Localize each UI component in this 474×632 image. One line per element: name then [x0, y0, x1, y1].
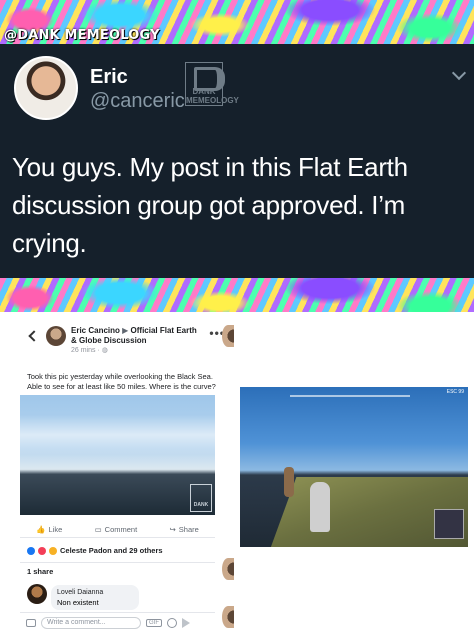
- reactions-text: Celeste Padon and 29 others: [60, 546, 163, 555]
- like-button[interactable]: 👍 Like: [36, 525, 62, 534]
- camera-icon[interactable]: [26, 618, 36, 627]
- post-author-avatar[interactable]: [46, 326, 66, 346]
- post-time-text: 26 mins ·: [71, 347, 102, 354]
- avatar[interactable]: [14, 56, 78, 120]
- banner-bottom: [0, 278, 474, 312]
- haha-reaction-icon: [49, 546, 57, 555]
- share-button[interactable]: ↪ Share: [170, 525, 199, 534]
- post-header[interactable]: Eric Cancino ▶ Official Flat Earth & Glo…: [71, 326, 201, 346]
- compass-bar: [290, 395, 410, 397]
- hud-text: ESC 99: [446, 389, 464, 395]
- reactions-row[interactable]: Celeste Padon and 29 others: [27, 546, 163, 555]
- comment-label: Comment: [104, 525, 138, 534]
- like-reaction-icon: [27, 546, 35, 555]
- dank-memeology-logo: DANK MEMEOLOGY: [185, 62, 239, 106]
- comment-button[interactable]: ▭ Comment: [95, 525, 138, 534]
- tweet-card: Eric @canceric DANK MEMEOLOGY You guys. …: [0, 44, 474, 278]
- thumbs-up-icon: 👍: [36, 525, 46, 534]
- watermark: @DANK MEMEOLOGY: [4, 28, 160, 43]
- post-author[interactable]: Eric Cancino: [71, 326, 120, 335]
- commenter-name[interactable]: Loveli Daianna: [57, 588, 133, 598]
- image-haze: [20, 415, 215, 455]
- post-time: 26 mins · ◍: [71, 346, 108, 354]
- other-player: [284, 467, 294, 497]
- comment-bubble: Loveli Daianna Non existent: [51, 585, 139, 610]
- share-icon: ↪: [169, 525, 176, 534]
- image-watermark-logo: DANK: [190, 484, 212, 512]
- adjacent-avatar: [222, 325, 234, 347]
- gif-button[interactable]: GIF: [146, 618, 162, 627]
- player-character: [310, 482, 330, 532]
- post-image[interactable]: DANK: [20, 395, 215, 515]
- post-actions: 👍 Like ▭ Comment ↪ Share: [20, 522, 215, 538]
- adjacent-avatar: [222, 558, 234, 580]
- share-label: Share: [178, 525, 199, 534]
- comment-composer: Write a comment... GIF: [20, 612, 215, 632]
- tweet-author-handle[interactable]: @canceric: [90, 90, 185, 113]
- chevron-down-icon[interactable]: [451, 65, 467, 81]
- banner-top: @DANK MEMEOLOGY: [0, 0, 474, 44]
- arrow-icon: ▶: [122, 326, 129, 335]
- comment-text: Non existent: [57, 597, 99, 607]
- minimap: [434, 509, 464, 539]
- tweet-text: You guys. My post in this Flat Earth dis…: [12, 152, 408, 258]
- game-screenshot: ESC 99: [240, 387, 468, 547]
- send-icon[interactable]: [182, 617, 190, 628]
- adjacent-avatar: [222, 606, 234, 628]
- post-text: Took this pic yesterday while overlookin…: [27, 372, 216, 391]
- facebook-post: Eric Cancino ▶ Official Flat Earth & Glo…: [20, 322, 235, 632]
- emoji-icon[interactable]: [167, 617, 177, 628]
- love-reaction-icon: [38, 546, 46, 555]
- like-label: Like: [48, 525, 63, 534]
- globe-icon: ◍: [101, 347, 108, 354]
- commenter-avatar[interactable]: [27, 584, 47, 604]
- comment-icon: ▭: [94, 525, 102, 534]
- tweet-author-name[interactable]: Eric: [90, 66, 128, 89]
- share-count[interactable]: 1 share: [20, 562, 215, 578]
- comment-input[interactable]: Write a comment...: [41, 616, 141, 629]
- back-arrow-icon[interactable]: [28, 330, 40, 342]
